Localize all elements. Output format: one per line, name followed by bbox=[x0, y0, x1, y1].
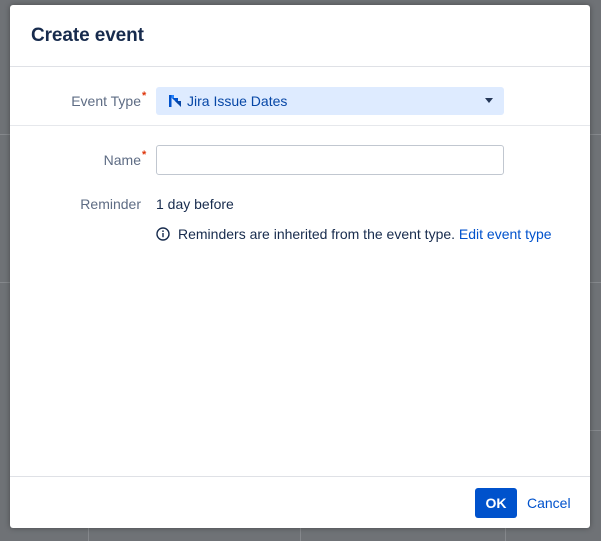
reminder-label: Reminder bbox=[80, 196, 141, 212]
background-grid-line bbox=[300, 528, 301, 541]
jira-icon bbox=[168, 94, 182, 108]
ok-button[interactable]: OK bbox=[475, 488, 517, 518]
dialog-header: Create event bbox=[10, 5, 590, 67]
cancel-button[interactable]: Cancel bbox=[524, 488, 574, 518]
info-icon bbox=[156, 227, 170, 241]
background-grid-line bbox=[88, 528, 89, 541]
name-input[interactable] bbox=[156, 145, 504, 175]
background-grid-line bbox=[0, 282, 10, 283]
background-grid-line bbox=[590, 134, 601, 135]
edit-event-type-link[interactable]: Edit event type bbox=[459, 226, 552, 242]
name-label: Name bbox=[103, 152, 141, 168]
event-type-required-marker: * bbox=[142, 90, 147, 102]
reminder-info-text: Reminders are inherited from the event t… bbox=[178, 226, 456, 242]
event-type-label: Event Type bbox=[71, 93, 141, 109]
background-grid-line bbox=[0, 134, 10, 135]
background-grid-line bbox=[590, 282, 601, 283]
event-type-select[interactable]: Jira Issue Dates bbox=[156, 87, 504, 115]
dialog-title: Create event bbox=[31, 25, 144, 46]
create-event-dialog: Create event Event Type * Jira Issue Dat… bbox=[10, 5, 590, 528]
reminder-value: 1 day before bbox=[156, 196, 234, 212]
dialog-footer: OK Cancel bbox=[10, 476, 590, 528]
reminder-info-message: Reminders are inherited from the event t… bbox=[178, 226, 552, 242]
name-required-marker: * bbox=[142, 149, 147, 161]
background-grid-line bbox=[590, 430, 601, 431]
form-divider bbox=[10, 125, 590, 126]
background-grid-line bbox=[505, 528, 506, 541]
event-type-selected-value: Jira Issue Dates bbox=[187, 93, 288, 109]
chevron-down-icon bbox=[485, 98, 493, 103]
